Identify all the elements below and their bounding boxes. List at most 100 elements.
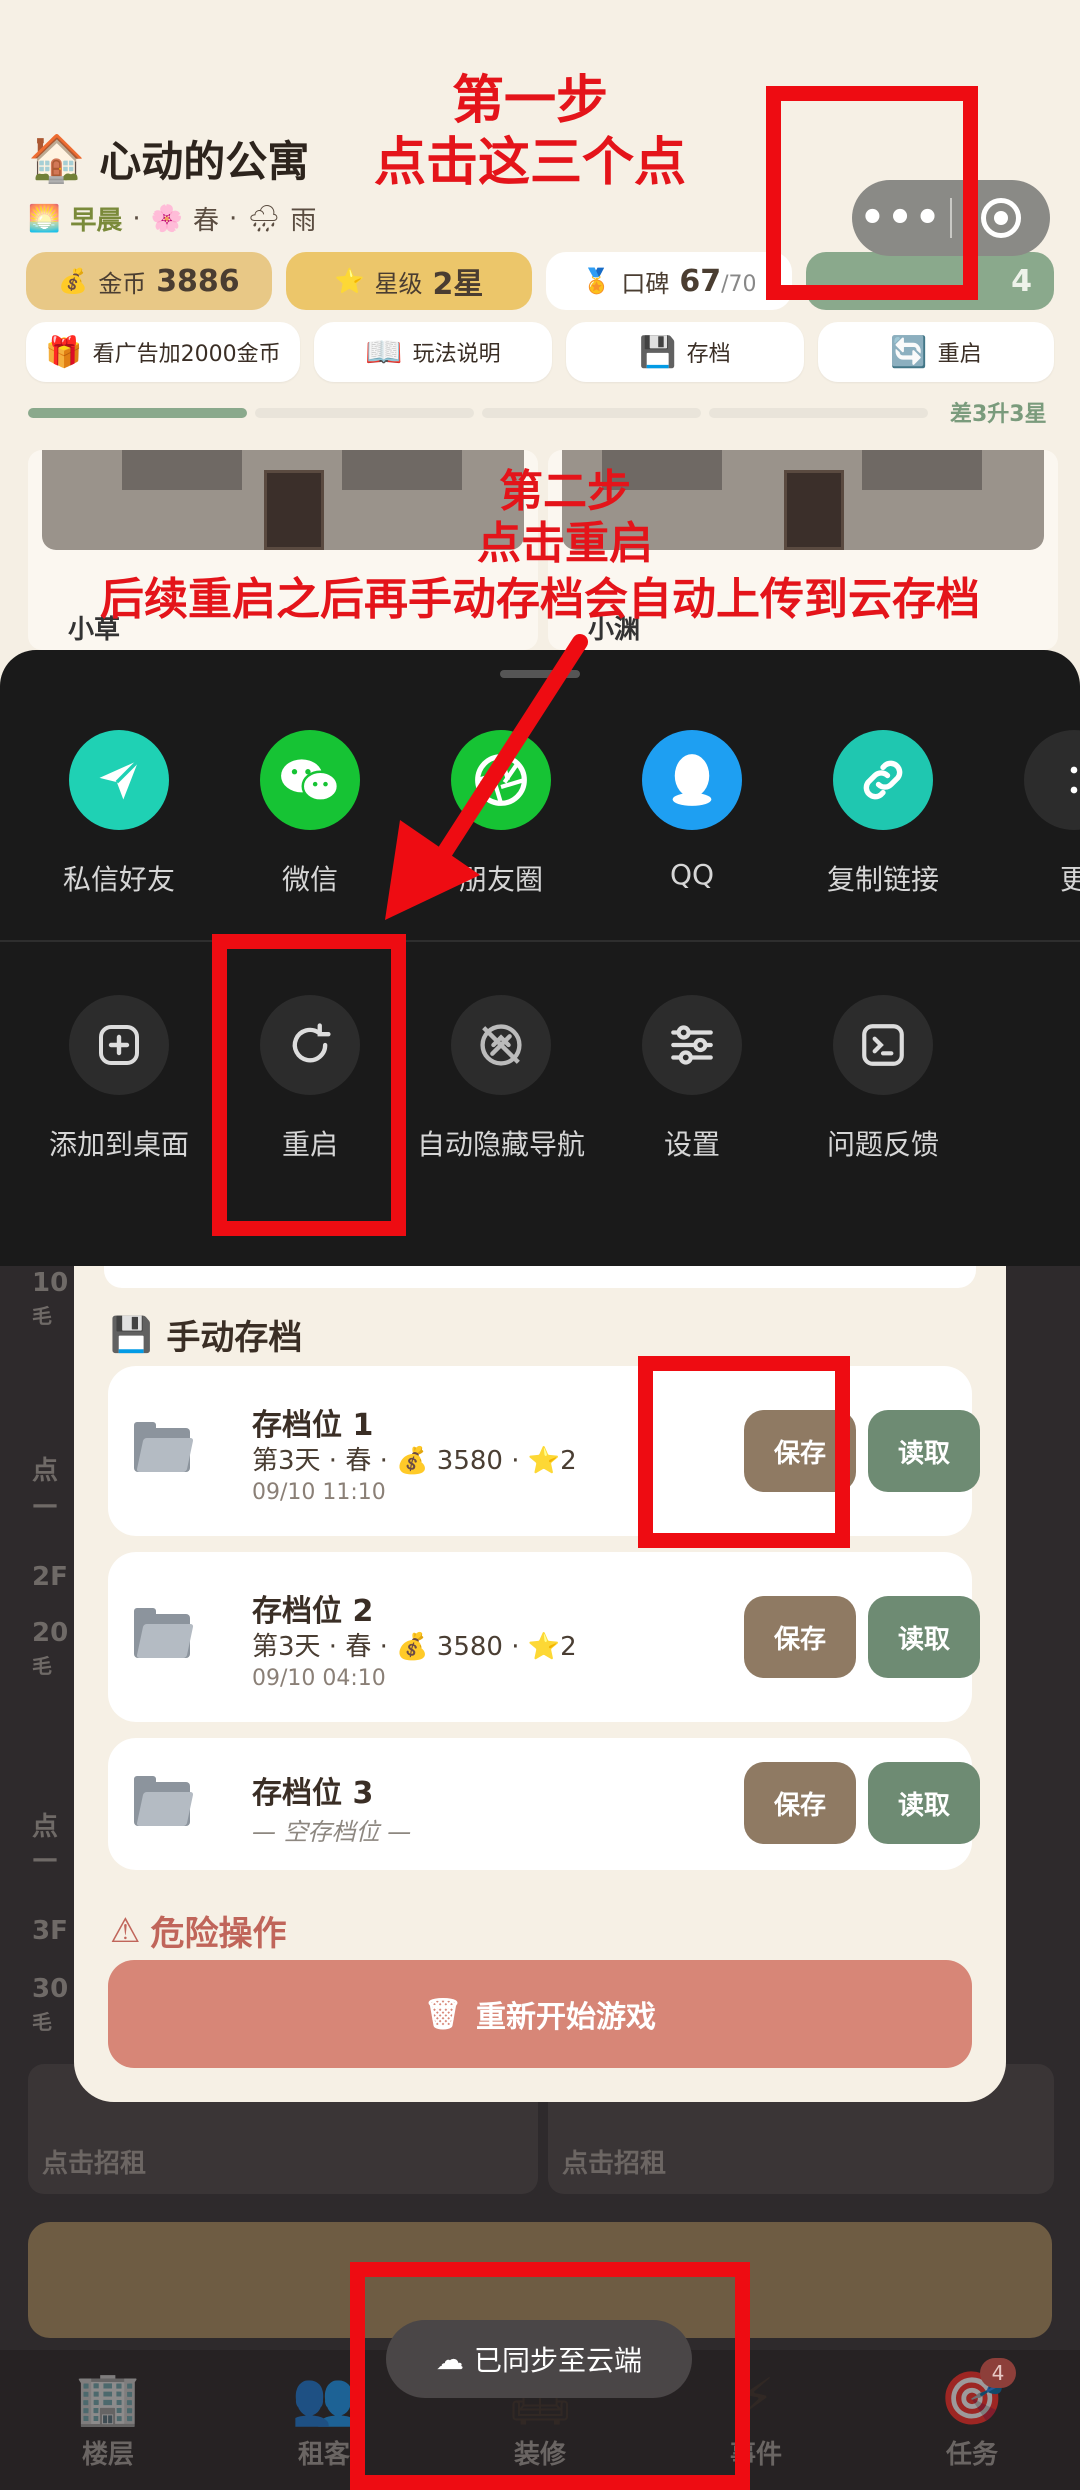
restart-game-label: 重新开始游戏 [476, 2000, 657, 2035]
restart-game-button[interactable]: 🗑 重新开始游戏 [108, 1960, 972, 2068]
qq-penguin-icon [642, 730, 742, 830]
watch-ad-button[interactable]: 🎁 看广告加2000金币 [26, 322, 300, 382]
star-label: 星级 [374, 269, 423, 298]
medal-icon: 🏅 [581, 267, 612, 295]
building-icon: 🏢 [75, 2369, 141, 2429]
danger-zone-title: ⚠ 危险操作 [110, 1906, 286, 1955]
sliders-icon [642, 995, 742, 1095]
separator: · [132, 203, 141, 234]
progress-segment [255, 408, 474, 418]
slot-name: 存档位 1 [252, 1408, 374, 1443]
house-icon: 🏠 [28, 131, 86, 185]
tool-item[interactable]: 问题反馈 [788, 995, 978, 1163]
highlight-box-save [638, 1356, 850, 1548]
trash-icon: 🗑 [423, 1996, 463, 2032]
save-button[interactable]: 保存 [744, 1762, 856, 1844]
save-menu-button[interactable]: 💾 存档 [566, 322, 804, 382]
restart-menu-button[interactable]: 🔄 重启 [818, 322, 1054, 382]
watch-ad-label: 看广告加2000金币 [92, 342, 281, 367]
nav-label: 任务 [945, 2440, 998, 2470]
reputation-max: /70 [721, 271, 757, 297]
add-square-icon [69, 995, 169, 1095]
room-dash: — [32, 1490, 58, 1520]
red-arrow [385, 634, 588, 920]
slot-meta: 第3天 · 春 · 💰 3580 · ⭐2 [252, 1446, 577, 1476]
more-icon [1024, 730, 1080, 830]
guide-label: 玩法说明 [412, 342, 501, 367]
target-circle-icon [981, 198, 1021, 238]
step1-text: 点击这三个点 [373, 133, 686, 193]
slot-date: 09/10 04:10 [252, 1666, 386, 1691]
tool-item[interactable]: 添加到桌面 [24, 995, 214, 1163]
highlight-box-restart [212, 934, 406, 1236]
share-item[interactable]: 更 [979, 730, 1080, 898]
guide-button[interactable]: 📖 玩法说明 [314, 322, 552, 382]
step2-title: 第二步 [499, 466, 631, 517]
green-stat-value: 4 [1011, 263, 1032, 299]
room-detail: 毛 [32, 1304, 52, 1328]
reputation-value: 67 [679, 263, 722, 299]
money-bag-icon: 💰 [396, 1446, 429, 1476]
share-item[interactable]: 私信好友 [24, 730, 214, 898]
share-item[interactable]: QQ [597, 730, 787, 891]
star-icon: ⭐ [527, 1632, 561, 1662]
terminal-feedback-icon [833, 995, 933, 1095]
gift-icon: 🎁 [45, 334, 83, 370]
reputation-stat: 🏅 口碑 67/70 [546, 252, 792, 310]
save-slot-3: 存档位 3 — 空存档位 — 保存 读取 [108, 1738, 980, 1870]
folder-icon [134, 1608, 194, 1658]
star-progress-label: 差3升3星 [950, 402, 1047, 427]
room-number: 30 [32, 1974, 69, 2004]
share-item-label: QQ [669, 858, 715, 891]
restart-menu-label: 重启 [937, 342, 982, 367]
share-item[interactable]: 复制链接 [788, 730, 978, 898]
share-item-label: 更 [1059, 863, 1080, 896]
folder-icon [134, 1422, 194, 1472]
wechat-icon [260, 730, 360, 830]
floor-2f-tag: 2F [32, 1562, 68, 1592]
manual-save-label: 手动存档 [166, 1318, 303, 1358]
step2-text: 点击重启 [477, 518, 653, 569]
tool-item[interactable]: 自动隐藏导航 [406, 995, 596, 1163]
rent-label: 点击招租 [562, 2149, 667, 2179]
warning-icon: ⚠ [110, 1910, 141, 1951]
rent-label: 点击招租 [42, 2149, 147, 2179]
reputation-label: 口碑 [621, 269, 670, 298]
floppy-icon: 💾 [110, 1314, 153, 1355]
load-button[interactable]: 读取 [868, 1410, 980, 1492]
slot-name: 存档位 3 [252, 1776, 374, 1811]
step1-title: 第一步 [451, 71, 608, 131]
save-button[interactable]: 保存 [744, 1596, 856, 1678]
step1-annotation: 第一步 点击这三个点 [300, 70, 760, 194]
star-value: 2星 [432, 267, 484, 302]
game-title: 心动的公寓 [99, 137, 310, 186]
slot-name: 存档位 2 [252, 1594, 374, 1629]
title-row: 🏠 心动的公寓 [28, 128, 309, 189]
save-slot-2: 存档位 2 第3天 · 春 · 💰 3580 · ⭐2 09/10 04:10 … [108, 1552, 980, 1722]
star-progress-bar [28, 408, 928, 418]
hide-nav-icon [451, 995, 551, 1095]
load-button[interactable]: 读取 [868, 1762, 980, 1844]
nav-tasks[interactable]: 🎯 任务 [912, 2368, 1032, 2471]
nav-label: 楼层 [81, 2440, 134, 2470]
flower-icon: 🌸 [150, 203, 184, 234]
manual-save-title: 💾 手动存档 [110, 1310, 302, 1359]
gold-stat: 💰 金币 3886 [26, 252, 272, 310]
load-button[interactable]: 读取 [868, 1596, 980, 1678]
folder-icon [134, 1776, 194, 1826]
slot-empty-label: — 空存档位 — [252, 1818, 412, 1846]
save-modal: 💾 手动存档 存档位 1 第3天 · 春 · 💰 3580 · ⭐2 09/10… [74, 1266, 1006, 2102]
progress-segment [709, 408, 928, 418]
weather-row: 🌅 早晨 · 🌸 春 · 🌧 雨 [28, 200, 316, 237]
share-item-label: 私信好友 [62, 863, 175, 896]
tool-item[interactable]: 设置 [597, 995, 787, 1163]
highlight-box-toast [350, 2262, 750, 2490]
refresh-icon: 🔄 [890, 334, 928, 370]
nav-floors[interactable]: 🏢 楼层 [48, 2368, 168, 2471]
money-bag-icon: 💰 [396, 1632, 429, 1662]
room-rent: 点 [32, 1812, 59, 1842]
task-badge: 4 [980, 2358, 1016, 2388]
money-bag-icon: 💰 [58, 267, 89, 295]
room-rent: 点 [32, 1456, 59, 1486]
sheet-divider [0, 940, 1080, 942]
